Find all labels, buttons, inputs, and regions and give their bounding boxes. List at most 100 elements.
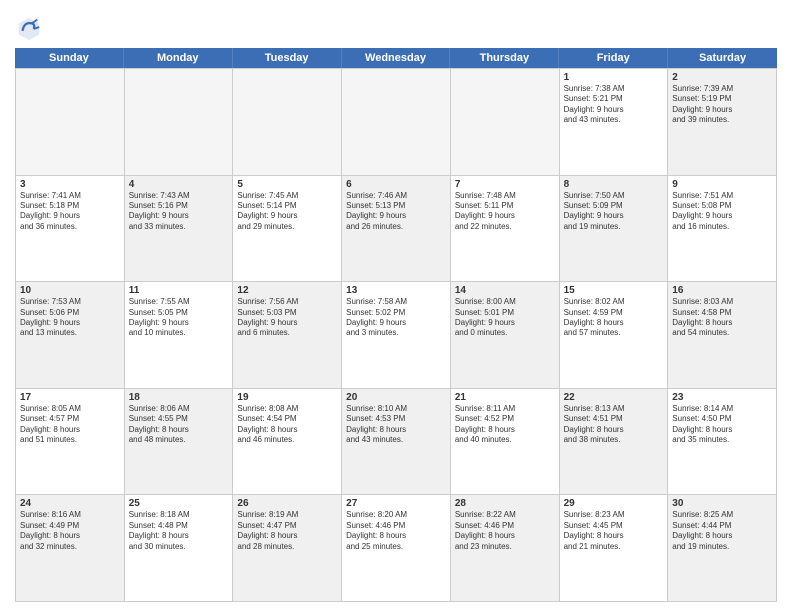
day-info: Sunrise: 8:20 AM Sunset: 4:46 PM Dayligh… <box>346 510 446 552</box>
weekday-header: Saturday <box>668 48 777 68</box>
weekday-header: Monday <box>124 48 233 68</box>
day-number: 16 <box>672 285 772 296</box>
day-info: Sunrise: 8:06 AM Sunset: 4:55 PM Dayligh… <box>129 404 229 446</box>
calendar-row: 10Sunrise: 7:53 AM Sunset: 5:06 PM Dayli… <box>16 282 777 389</box>
calendar-cell: 7Sunrise: 7:48 AM Sunset: 5:11 PM Daylig… <box>451 176 560 282</box>
calendar-row: 17Sunrise: 8:05 AM Sunset: 4:57 PM Dayli… <box>16 389 777 496</box>
day-info: Sunrise: 7:58 AM Sunset: 5:02 PM Dayligh… <box>346 297 446 339</box>
calendar-cell <box>342 69 451 175</box>
day-number: 14 <box>455 285 555 296</box>
day-number: 3 <box>20 179 120 190</box>
day-info: Sunrise: 8:23 AM Sunset: 4:45 PM Dayligh… <box>564 510 664 552</box>
day-number: 11 <box>129 285 229 296</box>
day-number: 8 <box>564 179 664 190</box>
day-info: Sunrise: 7:50 AM Sunset: 5:09 PM Dayligh… <box>564 191 664 233</box>
day-info: Sunrise: 7:56 AM Sunset: 5:03 PM Dayligh… <box>237 297 337 339</box>
weekday-header: Thursday <box>450 48 559 68</box>
calendar-cell <box>125 69 234 175</box>
day-info: Sunrise: 8:10 AM Sunset: 4:53 PM Dayligh… <box>346 404 446 446</box>
day-info: Sunrise: 8:00 AM Sunset: 5:01 PM Dayligh… <box>455 297 555 339</box>
calendar-cell: 28Sunrise: 8:22 AM Sunset: 4:46 PM Dayli… <box>451 495 560 601</box>
calendar-cell: 25Sunrise: 8:18 AM Sunset: 4:48 PM Dayli… <box>125 495 234 601</box>
day-number: 23 <box>672 392 772 403</box>
day-info: Sunrise: 7:51 AM Sunset: 5:08 PM Dayligh… <box>672 191 772 233</box>
calendar-cell <box>16 69 125 175</box>
day-info: Sunrise: 8:13 AM Sunset: 4:51 PM Dayligh… <box>564 404 664 446</box>
logo <box>15 14 47 42</box>
calendar: SundayMondayTuesdayWednesdayThursdayFrid… <box>15 48 777 602</box>
day-info: Sunrise: 8:22 AM Sunset: 4:46 PM Dayligh… <box>455 510 555 552</box>
calendar-cell: 26Sunrise: 8:19 AM Sunset: 4:47 PM Dayli… <box>233 495 342 601</box>
day-number: 12 <box>237 285 337 296</box>
day-number: 1 <box>564 72 664 83</box>
day-number: 7 <box>455 179 555 190</box>
day-info: Sunrise: 8:02 AM Sunset: 4:59 PM Dayligh… <box>564 297 664 339</box>
day-info: Sunrise: 8:08 AM Sunset: 4:54 PM Dayligh… <box>237 404 337 446</box>
calendar-cell: 29Sunrise: 8:23 AM Sunset: 4:45 PM Dayli… <box>560 495 669 601</box>
weekday-header: Wednesday <box>342 48 451 68</box>
weekday-header: Tuesday <box>233 48 342 68</box>
day-info: Sunrise: 8:14 AM Sunset: 4:50 PM Dayligh… <box>672 404 772 446</box>
day-info: Sunrise: 8:16 AM Sunset: 4:49 PM Dayligh… <box>20 510 120 552</box>
calendar-cell: 16Sunrise: 8:03 AM Sunset: 4:58 PM Dayli… <box>668 282 777 388</box>
day-number: 17 <box>20 392 120 403</box>
day-number: 2 <box>672 72 772 83</box>
day-number: 4 <box>129 179 229 190</box>
day-info: Sunrise: 8:18 AM Sunset: 4:48 PM Dayligh… <box>129 510 229 552</box>
calendar-cell: 20Sunrise: 8:10 AM Sunset: 4:53 PM Dayli… <box>342 389 451 495</box>
calendar-cell: 24Sunrise: 8:16 AM Sunset: 4:49 PM Dayli… <box>16 495 125 601</box>
day-number: 5 <box>237 179 337 190</box>
day-info: Sunrise: 7:53 AM Sunset: 5:06 PM Dayligh… <box>20 297 120 339</box>
calendar-cell <box>233 69 342 175</box>
calendar-header: SundayMondayTuesdayWednesdayThursdayFrid… <box>15 48 777 68</box>
calendar-cell: 18Sunrise: 8:06 AM Sunset: 4:55 PM Dayli… <box>125 389 234 495</box>
day-number: 25 <box>129 498 229 509</box>
calendar-cell: 27Sunrise: 8:20 AM Sunset: 4:46 PM Dayli… <box>342 495 451 601</box>
day-number: 13 <box>346 285 446 296</box>
day-info: Sunrise: 7:38 AM Sunset: 5:21 PM Dayligh… <box>564 84 664 126</box>
calendar-cell: 11Sunrise: 7:55 AM Sunset: 5:05 PM Dayli… <box>125 282 234 388</box>
day-number: 15 <box>564 285 664 296</box>
calendar-cell: 4Sunrise: 7:43 AM Sunset: 5:16 PM Daylig… <box>125 176 234 282</box>
calendar-cell: 12Sunrise: 7:56 AM Sunset: 5:03 PM Dayli… <box>233 282 342 388</box>
calendar-cell: 19Sunrise: 8:08 AM Sunset: 4:54 PM Dayli… <box>233 389 342 495</box>
day-info: Sunrise: 8:03 AM Sunset: 4:58 PM Dayligh… <box>672 297 772 339</box>
calendar-cell: 3Sunrise: 7:41 AM Sunset: 5:18 PM Daylig… <box>16 176 125 282</box>
calendar-cell: 1Sunrise: 7:38 AM Sunset: 5:21 PM Daylig… <box>560 69 669 175</box>
day-number: 20 <box>346 392 446 403</box>
calendar-cell: 2Sunrise: 7:39 AM Sunset: 5:19 PM Daylig… <box>668 69 777 175</box>
day-number: 6 <box>346 179 446 190</box>
day-number: 30 <box>672 498 772 509</box>
day-number: 29 <box>564 498 664 509</box>
weekday-header: Sunday <box>15 48 124 68</box>
calendar-cell: 21Sunrise: 8:11 AM Sunset: 4:52 PM Dayli… <box>451 389 560 495</box>
calendar-cell: 22Sunrise: 8:13 AM Sunset: 4:51 PM Dayli… <box>560 389 669 495</box>
calendar-cell: 10Sunrise: 7:53 AM Sunset: 5:06 PM Dayli… <box>16 282 125 388</box>
calendar-cell: 23Sunrise: 8:14 AM Sunset: 4:50 PM Dayli… <box>668 389 777 495</box>
day-info: Sunrise: 7:39 AM Sunset: 5:19 PM Dayligh… <box>672 84 772 126</box>
day-number: 26 <box>237 498 337 509</box>
day-info: Sunrise: 8:11 AM Sunset: 4:52 PM Dayligh… <box>455 404 555 446</box>
calendar-cell: 8Sunrise: 7:50 AM Sunset: 5:09 PM Daylig… <box>560 176 669 282</box>
calendar-row: 1Sunrise: 7:38 AM Sunset: 5:21 PM Daylig… <box>16 69 777 176</box>
calendar-cell: 14Sunrise: 8:00 AM Sunset: 5:01 PM Dayli… <box>451 282 560 388</box>
calendar-cell: 30Sunrise: 8:25 AM Sunset: 4:44 PM Dayli… <box>668 495 777 601</box>
day-info: Sunrise: 8:05 AM Sunset: 4:57 PM Dayligh… <box>20 404 120 446</box>
day-info: Sunrise: 8:25 AM Sunset: 4:44 PM Dayligh… <box>672 510 772 552</box>
day-info: Sunrise: 8:19 AM Sunset: 4:47 PM Dayligh… <box>237 510 337 552</box>
day-number: 28 <box>455 498 555 509</box>
logo-icon <box>15 14 43 42</box>
calendar-cell: 5Sunrise: 7:45 AM Sunset: 5:14 PM Daylig… <box>233 176 342 282</box>
calendar-body: 1Sunrise: 7:38 AM Sunset: 5:21 PM Daylig… <box>15 68 777 602</box>
header <box>15 10 777 42</box>
day-info: Sunrise: 7:46 AM Sunset: 5:13 PM Dayligh… <box>346 191 446 233</box>
day-number: 24 <box>20 498 120 509</box>
day-number: 21 <box>455 392 555 403</box>
calendar-page: SundayMondayTuesdayWednesdayThursdayFrid… <box>0 0 792 612</box>
day-number: 9 <box>672 179 772 190</box>
calendar-cell: 9Sunrise: 7:51 AM Sunset: 5:08 PM Daylig… <box>668 176 777 282</box>
day-number: 27 <box>346 498 446 509</box>
calendar-cell: 17Sunrise: 8:05 AM Sunset: 4:57 PM Dayli… <box>16 389 125 495</box>
day-number: 19 <box>237 392 337 403</box>
calendar-row: 24Sunrise: 8:16 AM Sunset: 4:49 PM Dayli… <box>16 495 777 602</box>
